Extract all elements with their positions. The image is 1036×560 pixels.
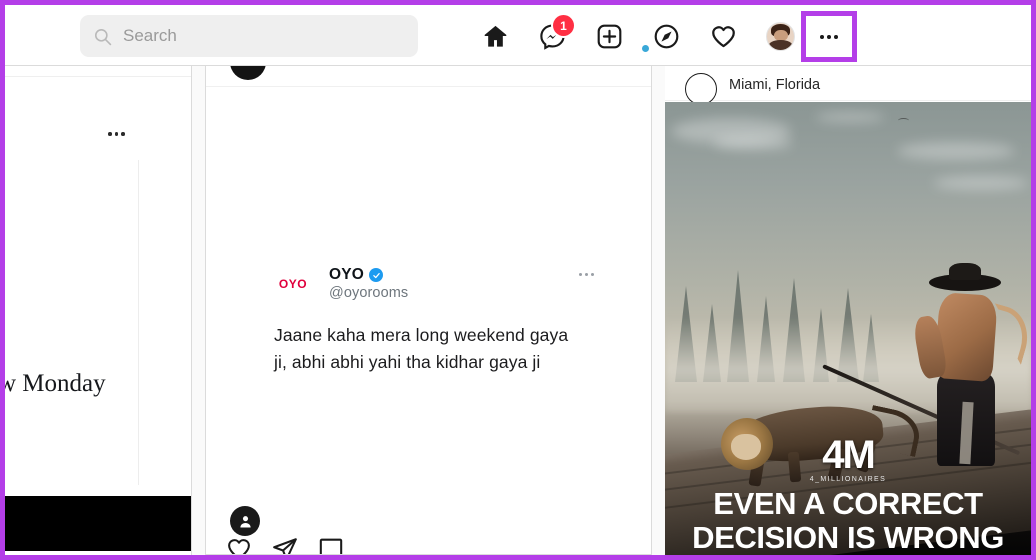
sidebar-item-home[interactable]	[467, 9, 524, 63]
oyo-logo-icon: OYO	[278, 276, 308, 291]
tweet-body-line-1: Jaane kaha mera long weekend gaya	[274, 325, 569, 345]
center-post-card[interactable]: OYO OYO @oyorooms Jaane kaha mera long w…	[205, 66, 652, 555]
top-navigation-bar: 1	[5, 5, 1031, 66]
divider	[138, 160, 139, 485]
right-post-header: Miami, Florida	[665, 66, 1031, 105]
caption-line-2: DECISION IS WRONG	[692, 520, 1004, 555]
center-post-column: OYO OYO @oyorooms Jaane kaha mera long w…	[193, 66, 665, 555]
explore-compass-icon	[653, 23, 680, 50]
tweet-screenshot: OYO OYO @oyorooms Jaane kaha mera long w…	[274, 266, 594, 376]
more-options-button[interactable]	[801, 11, 857, 62]
left-post-black-band	[5, 496, 191, 551]
left-post-column: w Monday	[5, 66, 192, 555]
man-hat-crown	[949, 263, 981, 280]
image-caption-overlay: 4M 4_MILLIONAIRES EVEN A CORRECT DECISIO…	[665, 432, 1031, 555]
avatar[interactable]	[230, 66, 266, 80]
search-icon	[93, 27, 112, 46]
explore-new-dot-icon	[642, 45, 649, 52]
verified-badge-icon	[369, 268, 384, 282]
search-box[interactable]	[80, 15, 418, 57]
tweet-header: OYO OYO @oyorooms	[274, 266, 594, 301]
ellipsis-icon[interactable]	[108, 132, 125, 136]
sidebar-item-messenger[interactable]: 1	[524, 9, 581, 63]
like-heart-icon[interactable]	[226, 536, 252, 554]
watermark-subtitle: 4_MILLIONAIRES	[809, 475, 887, 483]
tweet-author: OYO @oyorooms	[329, 266, 408, 301]
caption-line-1: EVEN A CORRECT	[713, 485, 983, 521]
post-photo[interactable]: 4M 4_MILLIONAIRES EVEN A CORRECT DECISIO…	[665, 102, 1031, 555]
watermark-logo: 4M	[822, 432, 876, 477]
sidebar-item-notifications[interactable]	[695, 9, 752, 63]
person-tag-icon[interactable]	[230, 506, 260, 536]
search-input[interactable]	[123, 26, 405, 46]
divider	[206, 86, 651, 87]
post-action-bar	[226, 536, 344, 554]
tweet-display-name: OYO	[329, 266, 365, 283]
right-post-column: Miami, Florida 4M 4_MILLIONAIRES EVEN A …	[665, 66, 1031, 555]
left-post-card[interactable]: w Monday	[5, 78, 191, 555]
new-post-icon	[596, 23, 623, 50]
tweet-body-line-2: ji, abhi abhi yahi tha kidhar gaya ji	[274, 352, 541, 373]
ellipsis-icon	[579, 273, 594, 276]
activity-heart-icon	[710, 23, 737, 50]
browser-viewport: 1	[5, 5, 1031, 555]
share-paper-plane-icon[interactable]	[272, 536, 298, 554]
left-post-header	[5, 66, 191, 77]
avatar	[766, 21, 795, 51]
ellipsis-icon	[820, 34, 838, 39]
home-icon	[482, 23, 509, 50]
comment-bubble-icon[interactable]	[318, 536, 344, 554]
tweet-handle: @oyorooms	[329, 285, 409, 301]
feed-content: w Monday OYO OYO @oyorooms Jaane kaha me…	[5, 66, 1031, 555]
new-post-button[interactable]	[581, 9, 638, 63]
tweet-body: Jaane kaha mera long weekend gaya ji, ab…	[274, 322, 594, 376]
messenger-badge: 1	[553, 15, 574, 36]
nav-icon-group: 1	[467, 9, 809, 63]
avatar[interactable]	[685, 73, 717, 105]
left-post-text: w Monday	[5, 370, 106, 397]
sidebar-item-explore[interactable]	[638, 9, 695, 63]
bird-silhouette-icon	[898, 118, 909, 123]
post-location[interactable]: Miami, Florida	[729, 77, 820, 93]
screenshot-frame: 1	[0, 0, 1036, 560]
